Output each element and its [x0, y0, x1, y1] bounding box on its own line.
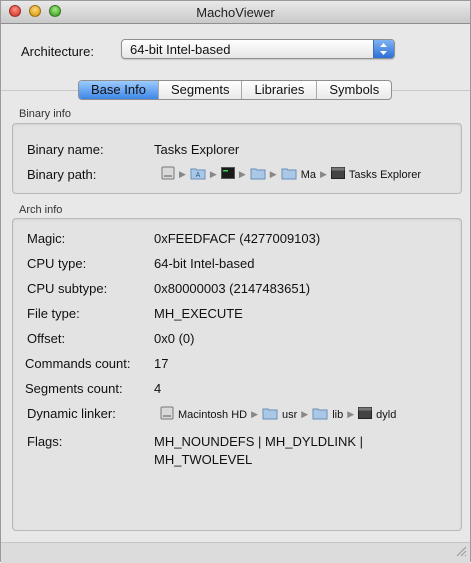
path-separator-icon: ▶ [209, 169, 217, 179]
magic-label: Magic: [27, 231, 66, 246]
path-separator-icon: ▶ [238, 169, 246, 179]
flags-label: Flags: [27, 434, 63, 449]
applications-folder-icon: A [190, 166, 206, 183]
path-segment-label: dyld [376, 408, 397, 421]
segments-count-label: Segments count: [25, 381, 123, 396]
folder-icon [281, 166, 297, 183]
cpu-type-value: 64-bit Intel-based [154, 256, 255, 271]
path-segment-label: lib [332, 408, 344, 421]
tab-base-info[interactable]: Base Info [79, 81, 159, 99]
architecture-label: Architecture: [21, 44, 94, 59]
main-window: MachoViewer Architecture: 64-bit Intel-b… [0, 0, 471, 563]
path-separator-icon: ▶ [319, 169, 327, 179]
folder-icon [250, 166, 266, 183]
bottom-bar [1, 542, 470, 563]
binary-path-label: Binary path: [27, 167, 97, 182]
svg-text:A: A [196, 172, 201, 179]
offset-label: Offset: [27, 331, 66, 346]
tab-libraries[interactable]: Libraries [242, 81, 318, 99]
tab-bar: Base Info Segments Libraries Symbols [78, 80, 393, 100]
tab-segments[interactable]: Segments [159, 81, 243, 99]
path-segment-label: usr [282, 408, 298, 421]
dynamic-linker-label: Dynamic linker: [27, 406, 116, 421]
folder-icon [312, 406, 328, 423]
file-type-value: MH_EXECUTE [154, 306, 243, 321]
hard-drive-icon [161, 165, 175, 184]
tab-symbols[interactable]: Symbols [317, 81, 391, 99]
executable-icon [358, 407, 373, 422]
binary-info-section-title: Binary info [19, 108, 71, 120]
path-separator-icon: ▶ [251, 409, 258, 419]
path-segment-label: Macintosh HD [178, 408, 248, 421]
arch-info-section-title: Arch info [19, 204, 63, 216]
executable-icon [330, 167, 345, 182]
window-title: MachoViewer [196, 5, 275, 20]
architecture-select[interactable]: 64-bit Intel-based [121, 39, 395, 59]
cpu-subtype-label: CPU subtype: [27, 281, 108, 296]
select-stepper-icon [373, 40, 394, 58]
cpu-type-label: CPU type: [27, 256, 87, 271]
segments-count-value: 4 [154, 381, 162, 396]
title-bar[interactable]: MachoViewer [1, 1, 470, 24]
architecture-selected-value: 64-bit Intel-based [130, 42, 231, 57]
path-separator-icon: ▶ [301, 409, 309, 419]
dynamic-linker-path-control[interactable]: Macintosh HD ▶ usr ▶ lib ▶ dyld [160, 405, 396, 424]
path-separator-icon: ▶ [269, 169, 277, 179]
magic-value: 0xFEEDFACF (4277009103) [154, 231, 321, 246]
commands-count-label: Commands count: [25, 356, 131, 371]
binary-name-value: Tasks Explorer [154, 142, 240, 157]
resize-grip-icon[interactable] [456, 545, 467, 560]
cpu-subtype-value: 0x80000003 (2147483651) [154, 281, 311, 296]
offset-value: 0x0 (0) [154, 331, 195, 346]
path-segment-label: Tasks Explorer [348, 168, 422, 181]
file-type-label: File type: [27, 306, 80, 321]
path-separator-icon: ▶ [347, 409, 355, 419]
hard-drive-icon [160, 405, 174, 424]
folder-icon [262, 406, 278, 423]
flags-value-line-2: MH_TWOLEVEL [154, 452, 253, 467]
path-segment-label: Ma [300, 168, 316, 181]
path-separator-icon: ▶ [179, 169, 186, 179]
binary-name-label: Binary name: [27, 142, 104, 157]
terminal-icon [220, 167, 235, 182]
commands-count-value: 17 [154, 356, 169, 371]
flags-value-line-1: MH_NOUNDEFS | MH_DYLDLINK | [154, 434, 364, 449]
binary-path-control[interactable]: ▶ A ▶ ▶ ▶ Ma ▶ Tasks Explorer [161, 165, 421, 184]
